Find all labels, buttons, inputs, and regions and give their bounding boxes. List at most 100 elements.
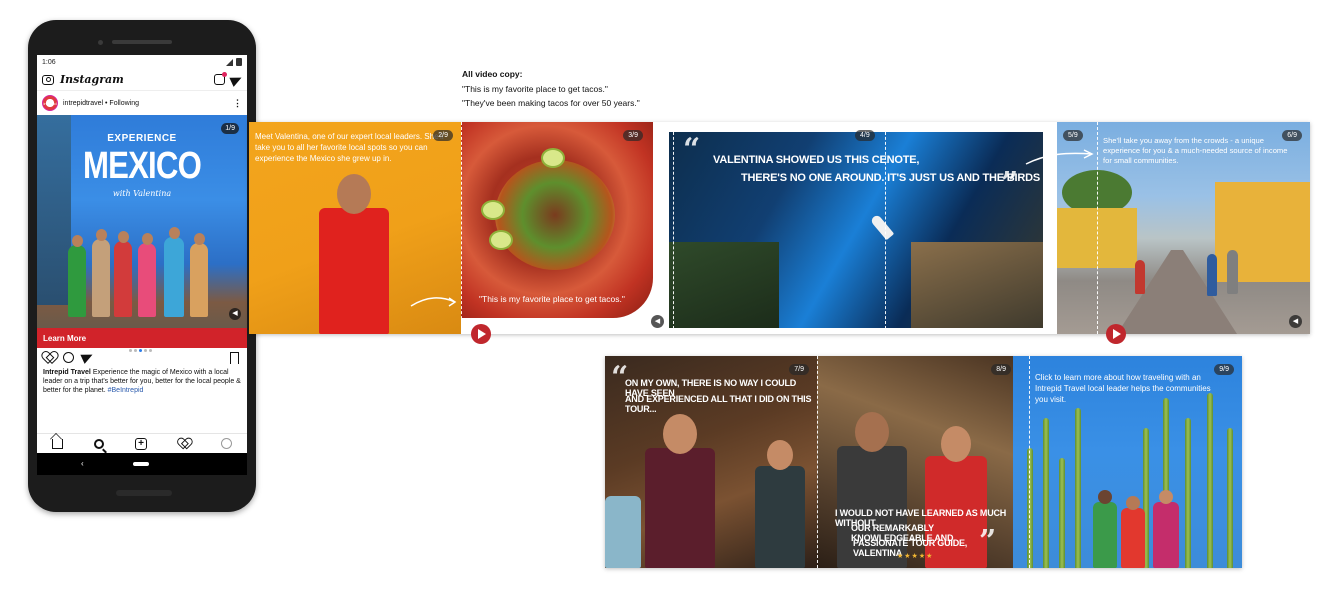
system-nav-bar: ‹ bbox=[37, 453, 247, 475]
carousel-dots bbox=[129, 349, 152, 352]
post-header: intrepid intrepidtravel • Following ⋮ bbox=[37, 91, 247, 115]
panel-8-review: I WOULD NOT HAVE LEARNED AS MUCH WITHOUT… bbox=[817, 356, 1013, 568]
panel-caption-line: THERE'S NO ONE AROUND. IT'S JUST US AND … bbox=[741, 172, 1040, 184]
status-time: 1:06 bbox=[42, 58, 56, 66]
cactus bbox=[1207, 393, 1213, 568]
person bbox=[114, 231, 132, 317]
diner-figure bbox=[645, 414, 715, 568]
arrow-doodle-icon bbox=[410, 297, 457, 307]
account-avatar[interactable]: intrepid bbox=[42, 95, 58, 111]
traveler-figure bbox=[1153, 490, 1179, 568]
caption-hashtag[interactable]: #BeIntrepid bbox=[108, 387, 144, 394]
traveler-figure bbox=[1093, 490, 1117, 568]
learn-more-button[interactable]: Learn More bbox=[37, 328, 247, 348]
panel-text: Click to learn more about how traveling … bbox=[1035, 373, 1211, 404]
instagram-header: Instagram bbox=[37, 69, 247, 91]
cactus bbox=[1027, 448, 1033, 568]
slide-counter: 4/9 bbox=[855, 130, 875, 141]
status-bar: 1:06 bbox=[37, 55, 247, 69]
panel-text: She'll take you away from the crowds - a… bbox=[1103, 136, 1288, 165]
slide-counter: 6/9 bbox=[1282, 130, 1302, 141]
diner-figure bbox=[605, 496, 641, 568]
phone-speaker bbox=[112, 40, 172, 44]
person bbox=[138, 233, 156, 317]
slide-divider bbox=[1029, 356, 1030, 568]
direct-message-icon[interactable] bbox=[229, 72, 244, 87]
person bbox=[164, 227, 184, 317]
panel-caption: "This is my favorite place to get tacos.… bbox=[479, 294, 625, 304]
group-photo bbox=[62, 207, 227, 317]
lime-wedge bbox=[489, 230, 513, 250]
post-carousel-image[interactable]: EXPERIENCE MEXICO with Valentina 1/9 ◀ bbox=[37, 115, 247, 328]
quote-open-icon: “ bbox=[683, 132, 701, 167]
slide-counter: 7/9 bbox=[789, 364, 809, 375]
cactus bbox=[1185, 418, 1191, 568]
traveler-figure bbox=[1121, 496, 1145, 568]
walker-figure bbox=[1135, 260, 1145, 294]
mute-icon[interactable]: ◀ bbox=[229, 308, 241, 320]
play-button[interactable] bbox=[1106, 324, 1126, 344]
back-icon[interactable]: ‹ bbox=[81, 459, 84, 468]
rating-stars: ★★★★★ bbox=[897, 553, 934, 560]
signal-icon bbox=[226, 58, 233, 66]
home-icon[interactable] bbox=[52, 438, 64, 449]
panel-text: Meet Valentina, one of our expert local … bbox=[255, 132, 444, 163]
bookmark-icon[interactable] bbox=[230, 352, 239, 364]
slide-counter: 5/9 bbox=[1063, 130, 1083, 141]
phone-screen: 1:06 Instagram intrepid intrepidtravel •… bbox=[37, 55, 247, 475]
home-pill-icon[interactable] bbox=[133, 462, 149, 466]
profile-icon[interactable] bbox=[220, 438, 232, 449]
mute-icon[interactable]: ◀ bbox=[651, 315, 664, 328]
taco bbox=[495, 160, 615, 270]
panel-quote-line: AND EXPERIENCED ALL THAT I DID ON THIS T… bbox=[625, 394, 812, 414]
cactus bbox=[1227, 428, 1233, 568]
hero-line-with: with Valentina bbox=[112, 189, 172, 198]
walker-figure bbox=[1207, 254, 1217, 296]
account-name[interactable]: intrepidtravel bbox=[63, 100, 103, 107]
slide-counter: 1/9 bbox=[221, 123, 239, 134]
video-copy-line: "They've been making tacos for over 50 y… bbox=[462, 98, 640, 108]
carousel-strip-bottom: “ ON MY OWN, THERE IS NO WAY I COULD HAV… bbox=[605, 356, 1242, 568]
add-post-icon[interactable]: + bbox=[134, 437, 147, 450]
search-icon[interactable] bbox=[94, 438, 105, 449]
cactus bbox=[1043, 418, 1049, 568]
more-options-icon[interactable]: ⋮ bbox=[233, 98, 242, 109]
hero-line-mexico: MEXICO bbox=[82, 145, 202, 187]
share-icon[interactable] bbox=[80, 350, 95, 364]
phone-mockup: 1:06 Instagram intrepid intrepidtravel •… bbox=[28, 20, 256, 512]
slide-divider bbox=[817, 356, 818, 568]
carousel-strip-top: Meet Valentina, one of our expert local … bbox=[249, 122, 1310, 334]
comment-icon[interactable] bbox=[63, 351, 74, 363]
panel-7-dinner: “ ON MY OWN, THERE IS NO WAY I COULD HAV… bbox=[605, 356, 817, 568]
arrow-doodle-icon bbox=[1025, 149, 1094, 165]
jungle-foliage bbox=[669, 242, 779, 328]
slide-divider bbox=[461, 122, 462, 334]
person bbox=[190, 233, 208, 317]
post-caption: Intrepid Travel Experience the magic of … bbox=[37, 366, 247, 406]
bottom-nav: + bbox=[37, 433, 247, 453]
lime-wedge bbox=[481, 200, 505, 220]
activity-heart-icon[interactable] bbox=[178, 439, 189, 449]
slide-divider bbox=[885, 122, 886, 334]
hero-line-experience: EXPERIENCE bbox=[107, 133, 177, 144]
slide-counter: 2/9 bbox=[433, 130, 453, 141]
panel-4-cenote: “ VALENTINA SHOWED US THIS CENOTE, THERE… bbox=[661, 122, 1043, 334]
panel-9-cactus: Click to learn more about how traveling … bbox=[1013, 356, 1242, 568]
battery-icon bbox=[236, 58, 242, 66]
play-button[interactable] bbox=[471, 324, 491, 344]
mute-icon[interactable]: ◀ bbox=[1289, 315, 1302, 328]
lime-wedge bbox=[541, 148, 565, 168]
quote-close-icon: ” bbox=[1001, 166, 1019, 201]
following-label: • Following bbox=[105, 99, 139, 107]
video-copy-line: "This is my favorite place to get tacos.… bbox=[462, 83, 608, 94]
slide-counter: 3/9 bbox=[623, 130, 643, 141]
slide-divider bbox=[673, 122, 674, 334]
like-heart-icon[interactable] bbox=[43, 352, 55, 363]
igtv-icon[interactable] bbox=[214, 72, 227, 85]
video-copy-block: All video copy: "This is my favorite pla… bbox=[462, 67, 640, 111]
camera-icon[interactable] bbox=[42, 74, 54, 85]
panel-caption-line: VALENTINA SHOWED US THIS CENOTE, bbox=[713, 154, 920, 166]
caption-brand[interactable]: Intrepid Travel bbox=[43, 369, 91, 376]
cactus bbox=[1059, 458, 1065, 568]
quote-close-icon: ” bbox=[979, 524, 997, 559]
